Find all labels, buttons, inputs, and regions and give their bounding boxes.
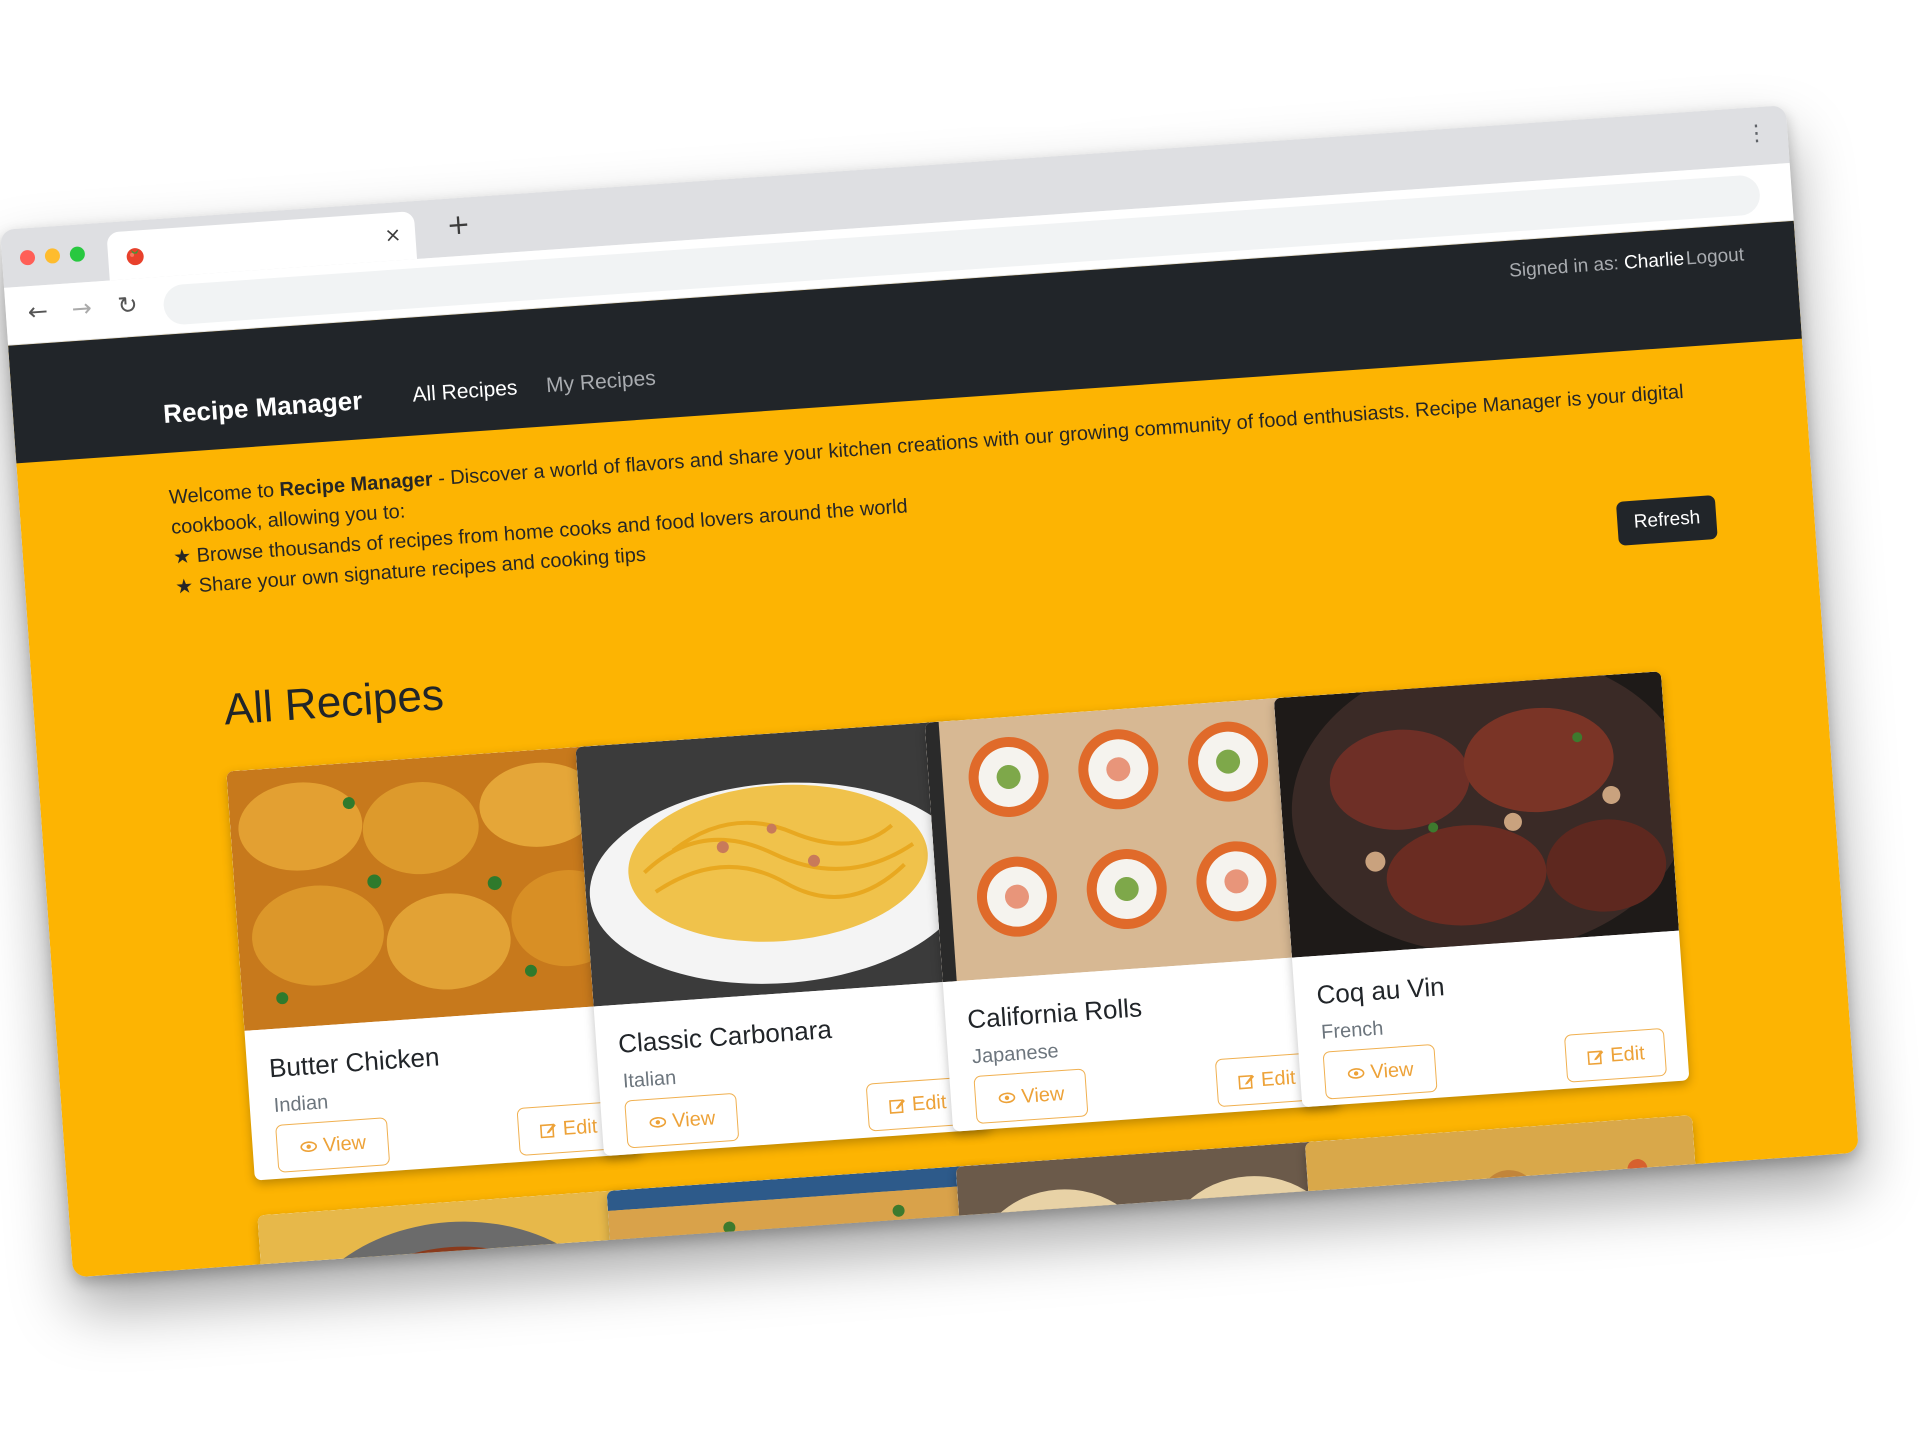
recipe-card[interactable] bbox=[606, 1163, 1012, 1278]
edit-button-label: Edit bbox=[911, 1090, 948, 1115]
tacos-photo[interactable] bbox=[955, 1139, 1361, 1278]
view-button[interactable]: View bbox=[1322, 1043, 1438, 1100]
carbonara-photo[interactable] bbox=[575, 720, 981, 1007]
stir-fry-chicken-photo[interactable] bbox=[257, 1188, 663, 1278]
recipe-card-body: Butter Chicken Indian View Edit bbox=[244, 1004, 642, 1181]
logout-link[interactable]: Logout bbox=[1685, 244, 1745, 270]
pencil-square-icon bbox=[539, 1123, 556, 1139]
recipe-card-body: Coq au Vin French View Edit bbox=[1292, 931, 1690, 1108]
signed-in-label: Signed in as: bbox=[1508, 253, 1620, 282]
recipe-title: California Rolls bbox=[966, 992, 1143, 1035]
view-button-label: View bbox=[322, 1131, 367, 1157]
view-button-label: View bbox=[1020, 1082, 1066, 1108]
edit-button[interactable]: Edit bbox=[1563, 1027, 1668, 1083]
coq-au-vin-photo[interactable] bbox=[1273, 671, 1679, 958]
recipe-cuisine: French bbox=[1320, 1017, 1385, 1044]
recipe-card[interactable] bbox=[955, 1139, 1361, 1278]
browser-window: × + ⋮ ← → ↻ Signed in as: Charlie Logout… bbox=[0, 105, 1859, 1278]
close-window-button[interactable] bbox=[19, 249, 36, 266]
recipe-card[interactable] bbox=[257, 1188, 663, 1278]
tomato-icon bbox=[123, 244, 146, 267]
recipe-title: Classic Carbonara bbox=[617, 1013, 833, 1059]
brand-logo-text[interactable]: Recipe Manager bbox=[162, 385, 363, 430]
eye-icon bbox=[299, 1141, 317, 1153]
edit-button-label: Edit bbox=[1609, 1041, 1646, 1067]
recipe-cuisine: Indian bbox=[273, 1091, 329, 1118]
maximize-window-button[interactable] bbox=[69, 246, 86, 263]
refresh-button[interactable]: Refresh bbox=[1616, 495, 1718, 546]
recipe-title: Butter Chicken bbox=[268, 1041, 441, 1084]
browser-menu-icon[interactable]: ⋮ bbox=[1745, 120, 1769, 146]
nav-all-recipes[interactable]: All Recipes bbox=[412, 376, 518, 407]
recipe-title: Coq au Vin bbox=[1315, 971, 1446, 1010]
lasagna-photo[interactable] bbox=[606, 1163, 1012, 1278]
pencil-square-icon bbox=[1237, 1074, 1254, 1090]
welcome-app-name: Recipe Manager bbox=[278, 468, 434, 502]
view-button-label: View bbox=[1369, 1057, 1415, 1083]
sushi-rolls-photo[interactable] bbox=[924, 695, 1330, 983]
edit-button-label: Edit bbox=[1260, 1066, 1297, 1091]
recipe-cuisine: Japanese bbox=[971, 1040, 1060, 1069]
eye-icon bbox=[998, 1092, 1015, 1104]
signed-in-user: Charlie bbox=[1623, 248, 1685, 274]
recipe-cuisine: Italian bbox=[622, 1066, 677, 1093]
app-viewport: Signed in as: Charlie Logout Recipe Mana… bbox=[8, 220, 1859, 1278]
reload-icon[interactable]: ↻ bbox=[117, 291, 139, 320]
minimize-window-button[interactable] bbox=[44, 247, 61, 264]
butter-chicken-photo[interactable] bbox=[226, 744, 632, 1031]
pencil-square-icon bbox=[888, 1099, 905, 1114]
view-button[interactable]: View bbox=[973, 1068, 1089, 1125]
nav-my-recipes[interactable]: My Recipes bbox=[545, 367, 656, 399]
tab-close-icon[interactable]: × bbox=[384, 222, 402, 247]
page-title: All Recipes bbox=[222, 670, 446, 735]
view-button[interactable]: View bbox=[624, 1092, 740, 1149]
recipe-card-body: California Rolls Japanese View Edit bbox=[943, 955, 1341, 1132]
eye-icon bbox=[1347, 1068, 1364, 1079]
pencil-square-icon bbox=[1587, 1050, 1604, 1066]
view-button-label: View bbox=[671, 1106, 716, 1132]
recipe-card[interactable] bbox=[1304, 1115, 1711, 1278]
forward-arrow-icon[interactable]: → bbox=[71, 294, 93, 323]
edit-button-label: Edit bbox=[562, 1115, 598, 1140]
window-controls bbox=[19, 246, 86, 266]
new-tab-button[interactable]: + bbox=[446, 207, 472, 242]
welcome-prefix: Welcome to bbox=[168, 479, 281, 509]
back-arrow-icon[interactable]: ← bbox=[27, 297, 49, 326]
recipe-card[interactable]: Coq au Vin French View Edit bbox=[1273, 671, 1690, 1108]
recipe-card-body: Classic Carbonara Italian View Edit bbox=[594, 979, 992, 1156]
vegetable-stew-photo[interactable] bbox=[1304, 1115, 1711, 1278]
eye-icon bbox=[649, 1117, 666, 1128]
signed-in-status: Signed in as: Charlie bbox=[1508, 249, 1684, 283]
view-button[interactable]: View bbox=[275, 1117, 391, 1173]
